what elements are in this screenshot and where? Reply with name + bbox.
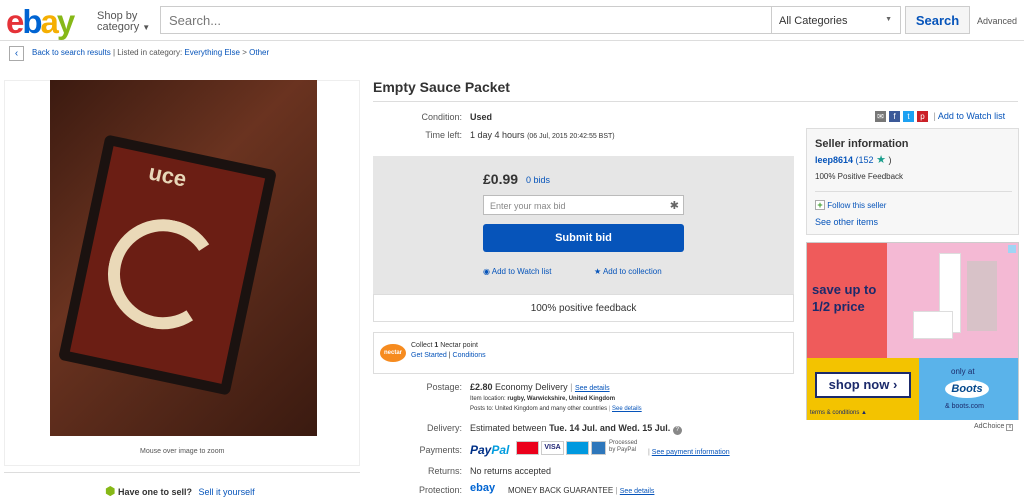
money-back-guarantee: MONEY BACK GUARANTEE | See details bbox=[508, 486, 655, 495]
bid-watch-button[interactable]: ◉ Add to Watch list bbox=[483, 267, 552, 276]
search-button[interactable]: Search bbox=[905, 6, 970, 34]
chevron-down-icon: ▼ bbox=[142, 23, 151, 32]
advanced-search-link[interactable]: Advanced bbox=[977, 16, 1017, 26]
swirl-graphic bbox=[97, 209, 229, 340]
ad-info-icon[interactable] bbox=[1008, 245, 1016, 253]
max-bid-input[interactable]: Enter your max bid ✱ bbox=[483, 195, 684, 215]
returns-value: No returns accepted bbox=[470, 466, 552, 476]
header: ebay Shop by category ▼ Search... All Ca… bbox=[0, 0, 1024, 40]
payments-label: Payments: bbox=[419, 445, 462, 455]
nectar-panel: nectar Collect 1 Nectar point Get Starte… bbox=[373, 332, 794, 374]
info-icon[interactable]: ? bbox=[672, 426, 682, 435]
boots-logo: Boots bbox=[945, 380, 989, 398]
sell-it-yourself-link[interactable]: Sell it yourself bbox=[199, 487, 255, 497]
mastercard-icon bbox=[516, 441, 539, 455]
visa-icon: VISA bbox=[541, 441, 564, 455]
add-to-watch-list-link[interactable]: Add to Watch list bbox=[938, 111, 1005, 121]
posts-to: Posts to: United Kingdom and many other … bbox=[470, 406, 642, 412]
ad-terms[interactable]: terms & conditions ▲ bbox=[810, 410, 867, 416]
chevron-down-icon: ▼ bbox=[885, 16, 892, 23]
pinterest-icon[interactable]: p bbox=[917, 111, 928, 123]
plus-icon: + bbox=[815, 200, 825, 210]
ad-save-text: save up to 1/2 price bbox=[812, 282, 877, 314]
seller-feedback: 100% Positive Feedback bbox=[815, 172, 904, 181]
category-select[interactable]: All Categories ▼ bbox=[771, 6, 901, 34]
postage-see-details-link[interactable]: See details bbox=[575, 385, 610, 392]
nectar-get-started-link[interactable]: Get Started bbox=[411, 352, 447, 359]
postage-value: £2.80 Economy Delivery | See details bbox=[470, 382, 610, 392]
product-pack-image bbox=[913, 311, 953, 339]
twitter-icon[interactable]: t bbox=[903, 111, 914, 123]
amex-icon bbox=[591, 441, 606, 455]
time-left-value: 1 day 4 hours (06 Jul, 2015 20:42:55 BST… bbox=[470, 130, 615, 140]
nectar-conditions-link[interactable]: Conditions bbox=[453, 352, 486, 359]
star-icon: ★ bbox=[876, 154, 886, 166]
email-icon[interactable]: ✉ bbox=[875, 111, 886, 123]
seller-heading: Seller information bbox=[815, 138, 909, 150]
header-divider bbox=[0, 40, 1024, 41]
product-box-image bbox=[967, 261, 997, 331]
nectar-logo: nectar bbox=[380, 344, 406, 362]
postage-label: Postage: bbox=[426, 382, 462, 392]
divider bbox=[815, 191, 1012, 192]
zoom-hint: Mouse over image to zoom bbox=[140, 448, 225, 455]
breadcrumb: Back to search results | Listed in categ… bbox=[32, 48, 270, 57]
returns-label: Returns: bbox=[427, 466, 462, 476]
item-location: Item location: rugby, Warwickshire, Unit… bbox=[470, 396, 616, 402]
divider bbox=[373, 101, 1018, 102]
condition-label: Condition: bbox=[421, 112, 462, 122]
adchoice-icon: x bbox=[1006, 424, 1014, 431]
shop-by-category-button[interactable]: Shop by category ▼ bbox=[97, 11, 150, 33]
delivery-value: Estimated between Tue. 14 Jul. and Wed. … bbox=[470, 423, 682, 435]
see-payment-information-link[interactable]: See payment information bbox=[652, 449, 730, 456]
divider bbox=[4, 472, 360, 473]
category-link-other[interactable]: Other bbox=[249, 48, 269, 57]
ad-boots-panel: only at Boots & boots.com bbox=[919, 358, 1018, 420]
follow-seller-button[interactable]: + Follow this seller bbox=[815, 200, 886, 210]
facebook-icon[interactable]: f bbox=[889, 111, 900, 123]
time-left-label: Time left: bbox=[425, 130, 462, 140]
seller-score-link[interactable]: (152 bbox=[856, 155, 874, 165]
seller-name-link[interactable]: leep8614 bbox=[815, 155, 853, 165]
category-link-everything-else[interactable]: Everything Else bbox=[184, 48, 240, 57]
ebay-guarantee-logo: ebay bbox=[470, 482, 496, 494]
back-arrow-icon[interactable]: ‹ bbox=[9, 46, 24, 61]
asterisk-icon: ✱ bbox=[669, 200, 679, 212]
positive-feedback-note: 100% positive feedback bbox=[373, 294, 794, 322]
chevron-up-icon: ▲ bbox=[861, 410, 867, 416]
back-to-results-link[interactable]: Back to search results bbox=[32, 48, 111, 57]
see-other-items-link[interactable]: See other items bbox=[815, 217, 878, 227]
current-price: £0.99 bbox=[483, 171, 519, 187]
add-to-collection-button[interactable]: ★ Add to collection bbox=[594, 267, 662, 276]
submit-bid-button[interactable]: Submit bid bbox=[483, 224, 684, 252]
item-photo[interactable]: uce bbox=[50, 80, 317, 436]
condition-value: Used bbox=[470, 112, 493, 122]
ad-shop-now-button[interactable]: shop now › bbox=[815, 372, 911, 398]
protection-label: Protection: bbox=[418, 485, 462, 495]
tag-icon: ⬢ bbox=[105, 484, 116, 498]
share-bar: ✉ f t p | Add to Watch list bbox=[875, 111, 1005, 123]
sell-prompt: ⬢ Have one to sell? Sell it yourself bbox=[105, 484, 255, 498]
item-title: Empty Sauce Packet bbox=[373, 79, 510, 95]
maestro-icon bbox=[566, 441, 589, 455]
posts-see-details-link[interactable]: See details bbox=[612, 406, 642, 412]
star-icon: ★ bbox=[594, 267, 602, 276]
ad-shop-panel: shop now › terms & conditions ▲ bbox=[807, 358, 919, 420]
bid-count-link[interactable]: 0 bids bbox=[526, 175, 550, 185]
ad-product-panel bbox=[887, 243, 1018, 358]
eye-icon: ◉ bbox=[483, 267, 490, 276]
chevron-right-icon: › bbox=[892, 377, 898, 392]
boots-advert[interactable]: save up to 1/2 price shop now › terms & … bbox=[806, 242, 1019, 420]
adchoice-link[interactable]: AdChoice x bbox=[974, 423, 1014, 431]
protection-see-details-link[interactable]: See details bbox=[620, 488, 655, 495]
search-input[interactable]: Search... bbox=[160, 6, 772, 34]
paypal-logo: PayPal bbox=[470, 443, 510, 457]
delivery-label: Delivery: bbox=[426, 423, 462, 433]
processed-by-paypal: Processed by PayPal bbox=[609, 440, 638, 453]
ebay-logo[interactable]: ebay bbox=[6, 3, 75, 41]
seller-name-row: leep8614 (152 ★ ) bbox=[815, 154, 892, 166]
seller-info-panel: Seller information leep8614 (152 ★ ) 100… bbox=[806, 128, 1019, 235]
sauce-packet-image: uce bbox=[58, 134, 277, 396]
